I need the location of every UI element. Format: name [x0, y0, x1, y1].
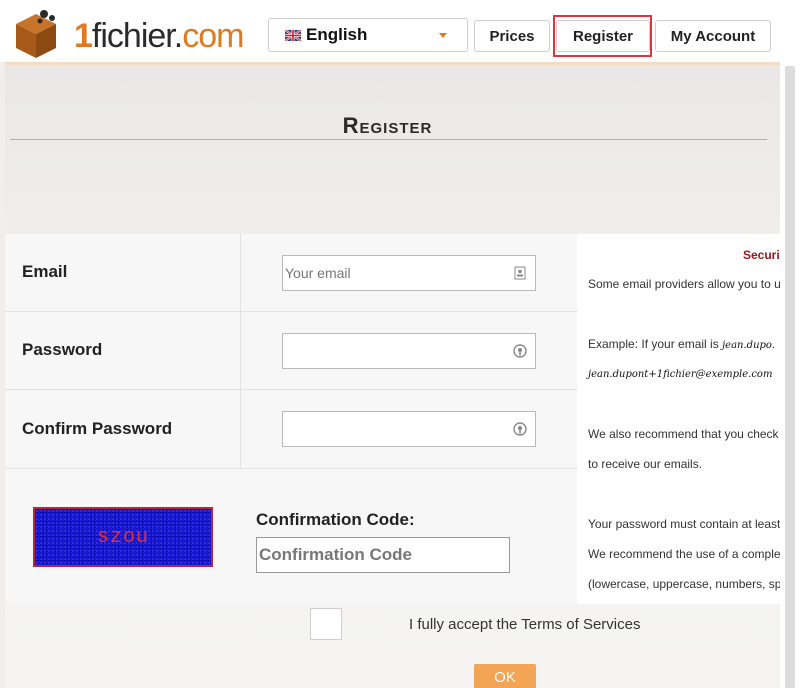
terms-checkbox[interactable] — [310, 608, 342, 640]
password-label: Password — [22, 340, 103, 359]
info-line: We recommend the use of a comple — [588, 547, 780, 561]
email-field[interactable]: Your email — [282, 255, 536, 291]
example-alias-email: jean.dupont+1fichier@exemple.com — [588, 369, 773, 380]
column-divider — [240, 234, 241, 468]
email-placeholder: Your email — [285, 265, 351, 281]
row-divider — [5, 468, 577, 469]
info-title: Securi — [743, 248, 780, 262]
scrollbar-thumb[interactable] — [785, 66, 795, 688]
email-label: Email — [22, 262, 68, 281]
confirmation-code-input[interactable]: Confirmation Code — [256, 537, 510, 573]
row-divider — [5, 311, 577, 312]
logo-fichier: fichier. — [91, 17, 183, 55]
row-divider — [5, 389, 577, 390]
page-title: Register — [342, 113, 433, 138]
example-email: jean.dupo. — [722, 340, 775, 351]
info-line: We also recommend that you check — [588, 427, 779, 441]
password-manager-icon — [513, 344, 527, 358]
top-header: 1fichier.com English Prices Register My … — [0, 0, 800, 62]
site-logo[interactable]: 1fichier.com — [8, 4, 258, 60]
confirm-password-field[interactable] — [282, 411, 536, 447]
info-line: Your password must contain at least — [588, 517, 780, 531]
logo-cube-icon — [16, 10, 56, 58]
password-manager-icon — [513, 422, 527, 436]
captcha-text: szou — [96, 525, 149, 549]
chevron-down-icon — [439, 33, 447, 38]
confirmation-code-label: Confirmation Code: — [256, 510, 415, 529]
info-line: (lowercase, uppercase, numbers, sp — [588, 577, 780, 591]
captcha-image: szou — [33, 507, 213, 567]
logo-com: com — [182, 17, 244, 55]
info-line: Some email providers allow you to u — [588, 277, 780, 291]
confirm-password-label: Confirm Password — [22, 419, 173, 438]
language-select[interactable]: English — [268, 18, 468, 52]
logo-one: 1 — [74, 17, 93, 55]
info-line: to receive our emails. — [588, 457, 703, 471]
password-field[interactable] — [282, 333, 536, 369]
register-highlight-outline — [553, 15, 652, 57]
title-divider — [10, 139, 767, 140]
contact-card-icon — [514, 266, 526, 280]
terms-label: I fully accept the Terms of Services — [409, 616, 641, 633]
language-label: English — [306, 25, 368, 44]
confirmation-code-placeholder: Confirmation Code — [259, 545, 412, 564]
security-info-panel: Securi Some email providers allow you to… — [577, 234, 780, 604]
logo-wordmark: 1fichier.com — [74, 16, 244, 56]
info-line-text: Example: If your email is — [588, 337, 719, 351]
uk-flag-icon — [285, 29, 301, 41]
prices-button[interactable]: Prices — [474, 20, 550, 52]
info-line: Example: If your email is jean.dupo. — [588, 337, 775, 351]
ok-button[interactable]: OK — [474, 664, 536, 688]
my-account-button[interactable]: My Account — [655, 20, 771, 52]
